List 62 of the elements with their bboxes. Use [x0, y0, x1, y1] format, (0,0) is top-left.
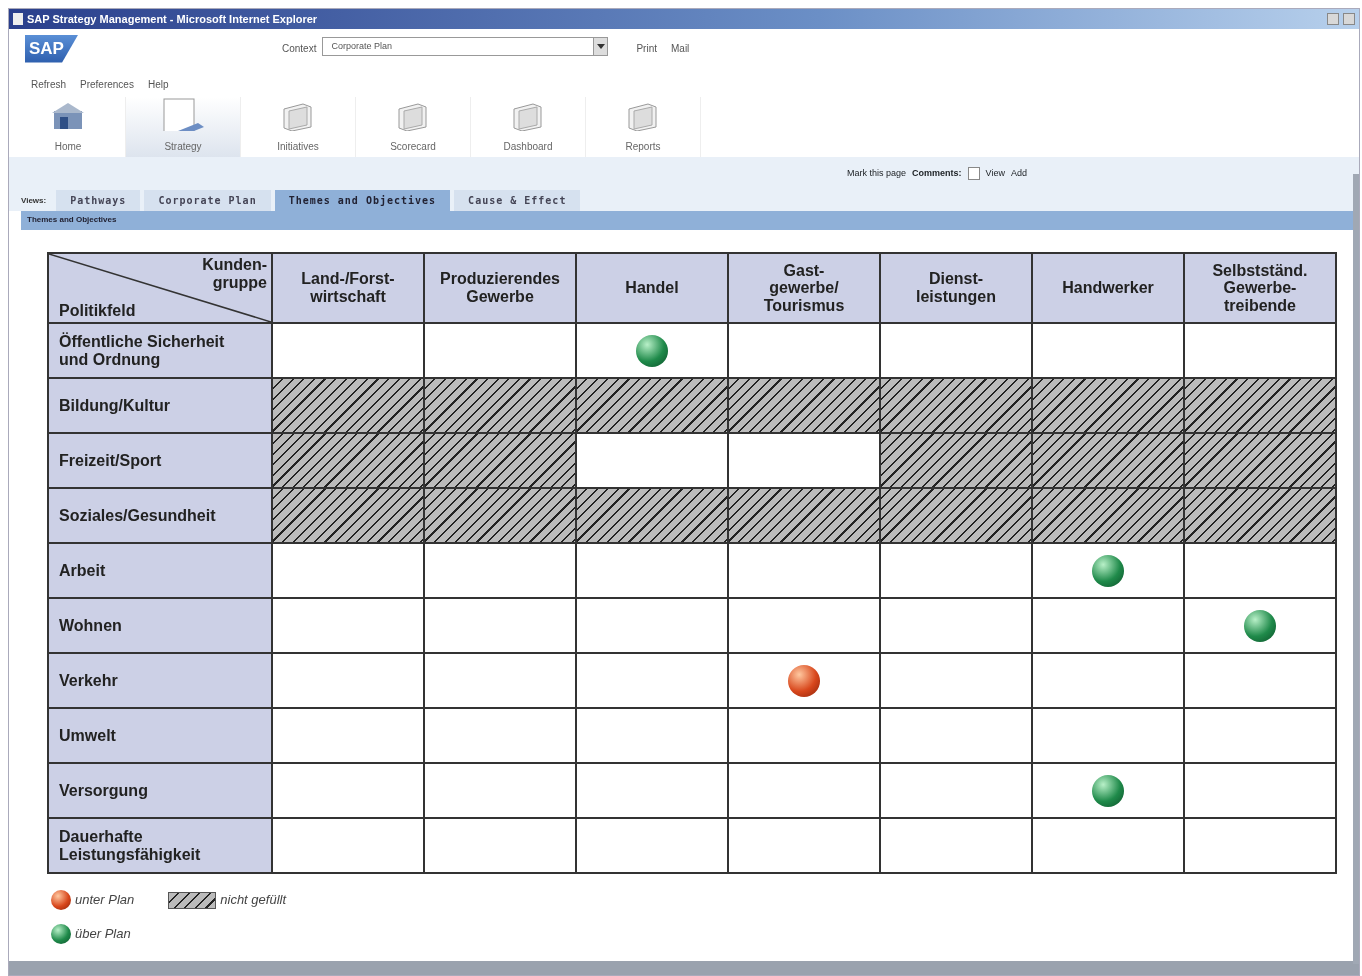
column-header: Gast- gewerbe/ Tourismus — [728, 253, 880, 323]
legend-label: nicht gefüllt — [220, 891, 287, 910]
header-link[interactable]: Print — [636, 41, 657, 56]
folder-icon — [396, 101, 430, 131]
menu-item[interactable]: Refresh — [31, 77, 66, 97]
house-icon — [50, 101, 86, 131]
row-header: Umwelt — [48, 708, 272, 763]
row-header: Öffentliche Sicherheit und Ordnung — [48, 323, 272, 378]
status-ball-icon — [788, 664, 820, 697]
logo: SAP — [25, 35, 78, 63]
status-ball-icon — [51, 890, 71, 910]
column-header: Selbstständ. Gewerbe- treibende — [1184, 253, 1336, 323]
mark-page-link[interactable]: Mark this page — [847, 167, 907, 181]
toolbar-button[interactable]: Strategy — [126, 97, 241, 157]
header-link[interactable]: Mail — [671, 41, 690, 56]
comment-icon — [967, 167, 980, 181]
context-label: Context — [281, 42, 317, 56]
status-ball-icon — [1244, 609, 1276, 642]
row-header: Freizeit/Sport — [48, 433, 272, 488]
view-link[interactable]: View — [985, 167, 1005, 181]
legend-label: über Plan — [75, 925, 131, 944]
add-link[interactable]: Add — [1010, 167, 1027, 181]
folder-icon — [626, 101, 660, 131]
column-header: Handel — [576, 253, 728, 323]
tab[interactable]: Pathways — [56, 190, 141, 211]
caret-icon — [596, 44, 605, 51]
views-label: Views: — [21, 195, 48, 207]
tab[interactable]: Cause & Effect — [454, 190, 581, 211]
status-ball-icon — [51, 924, 71, 944]
tab[interactable]: Corporate Plan — [144, 190, 271, 211]
row-header: Wohnen — [48, 598, 272, 653]
tab[interactable]: Themes and Objectives — [274, 190, 451, 211]
corner-column-label: Kunden- gruppe — [202, 256, 267, 292]
column-header: Land-/Forst- wirtschaft — [272, 253, 424, 323]
status-ball-icon — [1092, 774, 1124, 807]
horizontal-scrollbar[interactable] — [9, 961, 1359, 975]
row-header: Verkehr — [48, 653, 272, 708]
context-dropdown[interactable]: Corporate Plan — [322, 37, 609, 56]
section-title-bar: Themes and Objectives — [21, 211, 1353, 230]
row-header: Soziales/Gesundheit — [48, 488, 272, 543]
folder-icon — [511, 101, 545, 131]
column-header: Handwerker — [1032, 253, 1184, 323]
row-header: Bildung/Kultur — [48, 378, 272, 433]
corner-row-label: Politikfeld — [59, 302, 136, 320]
hatched-swatch — [168, 891, 217, 909]
folder-icon — [281, 101, 315, 131]
menu-item[interactable]: Preferences — [80, 77, 134, 97]
restore-button[interactable] — [1343, 13, 1355, 25]
column-header: Dienst- leistungen — [880, 253, 1032, 323]
status-ball-icon — [1092, 554, 1124, 587]
comments-label: Comments: — [912, 167, 962, 180]
row-header: Arbeit — [48, 543, 272, 598]
menu-item[interactable]: Help — [147, 77, 169, 97]
column-header: Produzierendes Gewerbe — [424, 253, 576, 323]
row-header: Versorgung — [48, 763, 272, 818]
minimize-button[interactable] — [1327, 13, 1339, 25]
status-ball-icon — [636, 334, 668, 367]
legend-label: unter Plan — [75, 891, 135, 910]
scrollbar[interactable] — [1353, 174, 1359, 964]
row-header: Dauerhafte Leistungsfähigkeit — [48, 818, 272, 873]
browser-icon — [13, 13, 23, 25]
window-title: SAP Strategy Management - Microsoft Internet Explorer — [27, 11, 318, 27]
